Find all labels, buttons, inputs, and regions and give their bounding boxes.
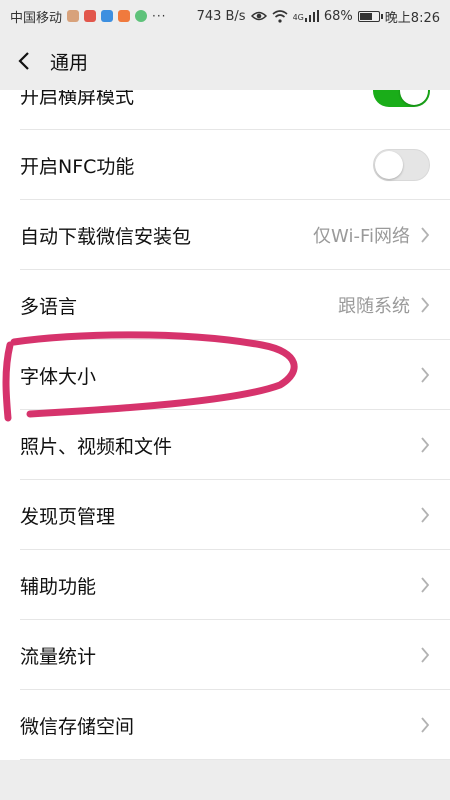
chevron-right-icon xyxy=(421,507,430,523)
setting-auto-download[interactable]: 自动下载微信安装包 仅Wi-Fi网络 xyxy=(0,200,450,270)
setting-label: 照片、视频和文件 xyxy=(20,435,173,458)
app-notification-icon xyxy=(118,10,131,22)
chevron-right-icon xyxy=(421,437,430,453)
battery-percent: 68% xyxy=(323,8,353,24)
setting-label: 微信存储空间 xyxy=(20,715,135,738)
setting-font-size[interactable]: 字体大小 xyxy=(0,340,450,410)
network-type-label: 4G xyxy=(292,12,304,22)
page-title: 通用 xyxy=(50,51,89,74)
chevron-right-icon xyxy=(421,227,430,243)
app-notification-icon xyxy=(67,10,80,22)
nav-bar: 通用 xyxy=(0,32,450,90)
setting-landscape[interactable]: 开启横屏模式 xyxy=(0,90,450,130)
network-speed: 743 B/s xyxy=(196,8,246,24)
clock: 晚上8:26 xyxy=(384,10,440,26)
chevron-right-icon xyxy=(421,297,430,313)
chevron-right-icon xyxy=(421,367,430,383)
setting-discover[interactable]: 发现页管理 xyxy=(0,480,450,550)
toggle-knob xyxy=(400,90,428,105)
bottom-spacer xyxy=(0,760,450,800)
setting-label: 开启横屏模式 xyxy=(20,90,135,108)
app-notification-icon xyxy=(84,10,97,22)
setting-traffic[interactable]: 流量统计 xyxy=(0,620,450,690)
nfc-toggle[interactable] xyxy=(373,149,430,181)
app-notification-icon xyxy=(135,10,148,22)
landscape-toggle[interactable] xyxy=(373,90,430,107)
setting-value: 跟随系统 xyxy=(338,296,410,317)
setting-label: 开启NFC功能 xyxy=(20,155,135,178)
setting-nfc[interactable]: 开启NFC功能 xyxy=(0,130,450,200)
more-notifications-icon: ··· xyxy=(152,9,167,23)
app-notification-icon xyxy=(101,10,114,22)
signal-icon xyxy=(304,10,319,22)
setting-label: 发现页管理 xyxy=(20,505,116,528)
setting-value: 仅Wi-Fi网络 xyxy=(313,226,410,247)
setting-label: 辅助功能 xyxy=(20,575,97,598)
chevron-right-icon xyxy=(421,577,430,593)
setting-storage[interactable]: 微信存储空间 xyxy=(0,690,450,760)
status-right: 743 B/s 4G 68% 晚上8:26 xyxy=(197,7,440,26)
settings-list: 开启横屏模式 开启NFC功能 自动下载微信安装包 仅Wi-Fi网络 多语言 跟随… xyxy=(0,90,450,760)
chevron-right-icon xyxy=(421,717,430,733)
back-button[interactable] xyxy=(0,32,48,90)
setting-label: 自动下载微信安装包 xyxy=(20,225,192,248)
setting-accessibility[interactable]: 辅助功能 xyxy=(0,550,450,620)
carrier-label: 中国移动 xyxy=(10,10,63,26)
toggle-knob xyxy=(375,151,403,179)
setting-language[interactable]: 多语言 跟随系统 xyxy=(0,270,450,340)
eye-icon xyxy=(250,11,267,21)
setting-label: 多语言 xyxy=(20,295,78,318)
setting-label: 流量统计 xyxy=(20,645,97,668)
status-bar: 中国移动 ··· 743 B/s 4G 68% 晚上8:26 xyxy=(0,0,450,32)
setting-label: 字体大小 xyxy=(20,365,97,388)
status-left: 中国移动 ··· xyxy=(10,7,166,26)
setting-media[interactable]: 照片、视频和文件 xyxy=(0,410,450,480)
chevron-right-icon xyxy=(421,647,430,663)
battery-icon xyxy=(357,10,383,22)
chevron-left-icon xyxy=(18,52,29,70)
wifi-icon xyxy=(272,9,288,23)
